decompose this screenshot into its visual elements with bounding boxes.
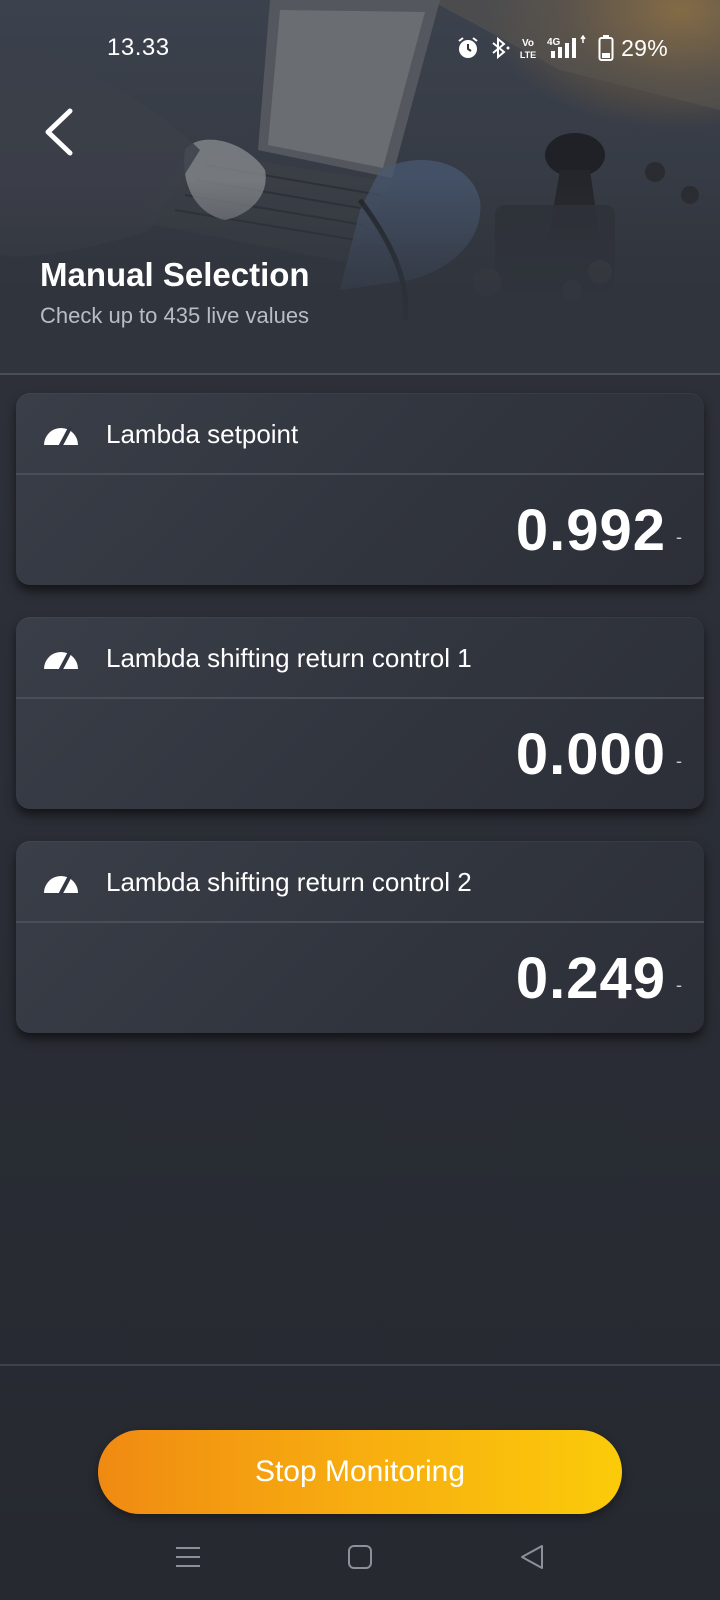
recents-button[interactable]	[168, 1540, 208, 1574]
card-header: Lambda shifting return control 2	[16, 841, 704, 923]
battery-icon	[598, 35, 614, 61]
system-navigation-bar	[0, 1524, 720, 1588]
card-label: Lambda shifting return control 1	[106, 643, 472, 673]
card-value: 0.249	[515, 946, 666, 1011]
footer-divider	[0, 1364, 720, 1366]
square-icon	[348, 1545, 372, 1569]
live-value-card[interactable]: Lambda setpoint 0.992 -	[16, 393, 704, 585]
app-screen: 13.33 Vo LTE 4G 29% Manual Selection Che…	[0, 0, 720, 1600]
status-icons: Vo LTE 4G 29%	[456, 33, 668, 63]
gauge-icon	[44, 874, 78, 895]
back-button[interactable]	[32, 100, 84, 164]
card-unit: -	[676, 975, 682, 995]
stop-monitoring-button[interactable]: Stop Monitoring	[98, 1430, 622, 1514]
live-value-card[interactable]: Lambda shifting return control 1 0.000 -	[16, 617, 704, 809]
status-time: 13.33	[107, 34, 170, 61]
card-unit: -	[676, 527, 682, 547]
signal-4g-icon: 4G	[547, 35, 586, 58]
alarm-icon	[458, 37, 478, 58]
gauge-icon	[44, 426, 78, 447]
live-values-list: Lambda setpoint 0.992 - Lambda shifting …	[16, 393, 704, 1065]
home-button[interactable]	[340, 1540, 380, 1574]
battery-percentage: 29%	[621, 34, 668, 61]
live-value-card[interactable]: Lambda shifting return control 2 0.249 -	[16, 841, 704, 1033]
page-subtitle: Check up to 435 live values	[40, 303, 310, 328]
card-header: Lambda setpoint	[16, 393, 704, 475]
svg-text:LTE: LTE	[520, 50, 536, 60]
page-title: Manual Selection	[40, 256, 310, 293]
bluetooth-icon	[492, 36, 510, 60]
card-value: 0.992	[515, 498, 666, 563]
card-header: Lambda shifting return control 1	[16, 617, 704, 699]
chevron-left-icon	[45, 108, 73, 156]
svg-text:4G: 4G	[547, 37, 561, 48]
gauge-icon	[44, 650, 78, 671]
triangle-back-icon	[521, 1545, 543, 1569]
card-label: Lambda shifting return control 2	[106, 867, 472, 897]
card-label: Lambda setpoint	[106, 419, 299, 449]
volte-icon: Vo LTE	[520, 38, 536, 60]
header-divider	[0, 373, 720, 375]
card-value: 0.000	[515, 722, 666, 787]
card-unit: -	[676, 751, 682, 771]
system-back-button[interactable]	[512, 1540, 552, 1574]
menu-lines-icon	[176, 1547, 200, 1567]
svg-text:Vo: Vo	[522, 38, 534, 49]
